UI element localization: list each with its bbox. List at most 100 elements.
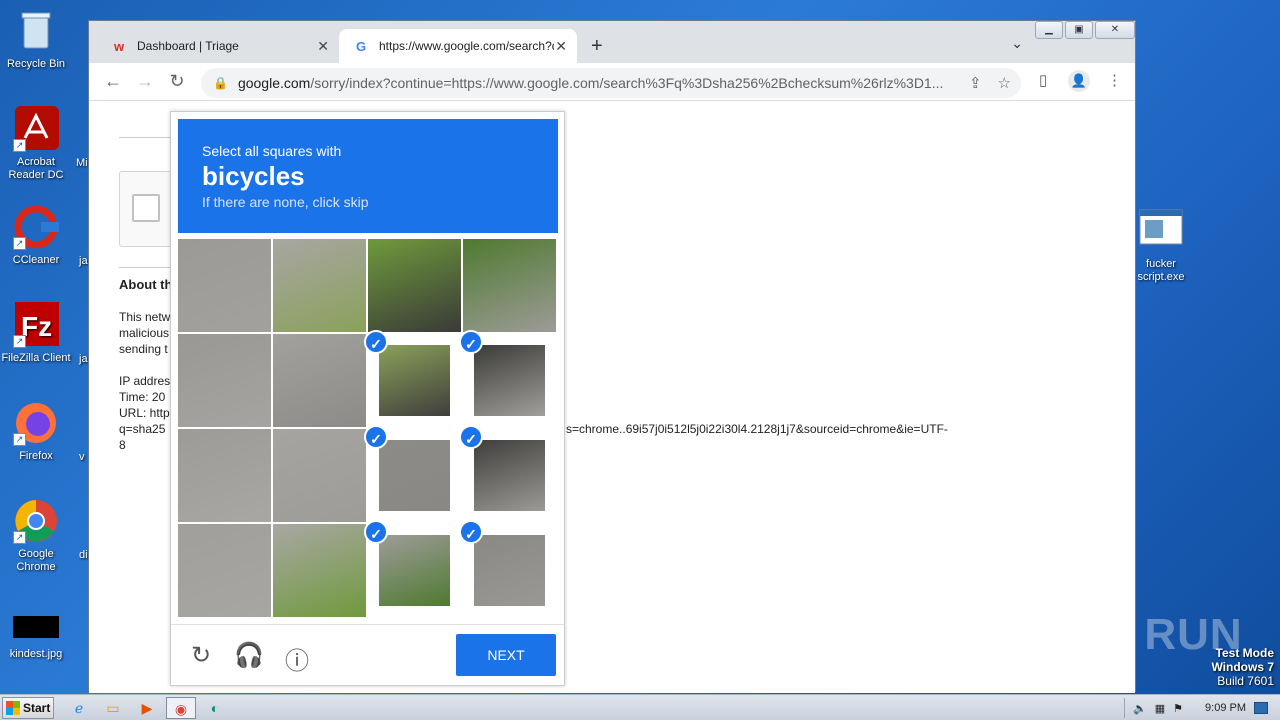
bookmark-star-icon[interactable]: ☆ <box>998 74 1011 92</box>
lock-icon[interactable]: 🔒 <box>213 76 228 90</box>
desktop-icon-label: Google Chrome <box>16 548 56 573</box>
desktop-icon-label: kindest.jpg <box>9 648 63 660</box>
desktop-icon-chrome[interactable]: ↗ Google Chrome <box>0 498 74 574</box>
captcha-tile[interactable] <box>178 429 271 522</box>
watermark-line: Build 7601 <box>1217 674 1274 688</box>
selected-check-icon: ✓ <box>459 425 483 449</box>
address-bar[interactable]: 🔒 google.com/sorry/index?continue=https:… <box>201 68 1021 98</box>
omnibox-actions: ⇪ ☆ <box>969 74 1011 92</box>
filezilla-icon: Fz ↗ <box>13 302 59 348</box>
windows-flag-icon <box>6 701 20 715</box>
share-icon[interactable]: ⇪ <box>969 74 982 92</box>
shortcut-arrow-icon: ↗ <box>13 139 26 152</box>
forward-button[interactable]: → <box>133 71 157 92</box>
test-mode-watermark: Test Mode Windows 7 Build 7601 <box>1211 646 1274 688</box>
show-desktop-icon[interactable] <box>1254 702 1268 714</box>
url-text: google.com/sorry/index?continue=https://… <box>238 75 958 91</box>
network-icon[interactable]: ▦ <box>1155 702 1165 715</box>
action-center-flag-icon[interactable]: ⚑ <box>1173 702 1183 715</box>
media-player-icon[interactable]: ▶ <box>132 697 162 719</box>
tile-image <box>474 535 545 606</box>
chrome-icon: ↗ <box>13 498 59 544</box>
info-icon[interactable]: ⓘ <box>282 641 312 676</box>
url-path: /sorry/index?continue=https://www.google… <box>310 75 944 91</box>
volume-icon[interactable]: 🔈 <box>1133 702 1147 715</box>
audio-challenge-icon[interactable]: 🎧 <box>234 641 264 670</box>
partial-desktop-label: di <box>79 549 88 561</box>
selected-check-icon: ✓ <box>364 520 388 544</box>
browser-toolbar: ← → ↻ 🔒 google.com/sorry/index?continue=… <box>89 63 1135 101</box>
captcha-tile[interactable] <box>273 334 366 427</box>
desktop-icon-label: FileZilla Client <box>1 352 71 364</box>
partial-desktop-label: ja <box>79 255 88 267</box>
desktop-icon-acrobat[interactable]: ↗ Acrobat Reader DC <box>0 106 74 182</box>
start-button[interactable]: Start <box>2 697 54 719</box>
partial-desktop-label: ja <box>79 353 88 365</box>
tile-image <box>474 345 545 416</box>
tab-search-chevron-icon[interactable]: ⌄ <box>1011 35 1023 52</box>
tile-image <box>379 345 450 416</box>
q-line-continued: s=chrome..69i57j0i512l5j0i22i30l4.2128j1… <box>566 422 948 436</box>
side-panel-icon[interactable]: ▯ <box>1039 71 1047 89</box>
explorer-folder-icon[interactable]: ▭ <box>98 697 128 719</box>
desktop-icon-firefox[interactable]: ↗ Firefox <box>0 400 74 463</box>
desktop-icon-ccleaner[interactable]: ↗ CCleaner <box>0 204 74 267</box>
tab-triage[interactable]: ᴡ Dashboard | Triage ✕ <box>97 29 339 63</box>
tile-image <box>273 524 366 617</box>
next-button[interactable]: NEXT <box>456 634 556 676</box>
shortcut-arrow-icon: ↗ <box>13 237 26 250</box>
tile-image <box>463 239 556 332</box>
maximize-button[interactable]: ▣ <box>1065 21 1093 39</box>
challenge-hint: If there are none, click skip <box>202 194 369 210</box>
captcha-tile[interactable] <box>178 239 271 332</box>
edge-icon[interactable]: ◐ <box>200 697 230 719</box>
window-controls: ▁ ▣ ✕ <box>1033 21 1135 39</box>
shortcut-arrow-icon: ↗ <box>13 531 26 544</box>
reload-button[interactable]: ↻ <box>165 71 189 92</box>
partial-desktop-label: v <box>79 451 85 463</box>
desktop-icon-filezilla[interactable]: Fz ↗ FileZilla Client <box>0 302 74 365</box>
tab-title: Dashboard | Triage <box>137 39 239 53</box>
tab-google[interactable]: G https://www.google.com/search?q= ✕ <box>339 29 577 63</box>
chrome-taskbar-icon[interactable]: ◉ <box>166 697 196 719</box>
partial-desktop-label: Mi <box>76 157 88 169</box>
captcha-tile[interactable] <box>463 239 556 332</box>
taskbar: Start ℯ ▭ ▶ ◉ ◐ 🔈 ▦ ⚑ 9:09 PM <box>0 694 1280 720</box>
profile-avatar-icon[interactable]: 👤 <box>1068 70 1090 92</box>
acrobat-icon: ↗ <box>13 106 59 152</box>
tile-image <box>178 239 271 332</box>
captcha-tile[interactable] <box>178 334 271 427</box>
tile-image <box>178 334 271 427</box>
new-tab-button[interactable]: + <box>591 35 603 58</box>
shortcut-arrow-icon: ↗ <box>13 433 26 446</box>
minimize-button[interactable]: ▁ <box>1035 21 1063 39</box>
close-window-button[interactable]: ✕ <box>1095 21 1135 39</box>
q-line: q=sha25 <box>119 422 166 436</box>
close-tab-icon[interactable]: ✕ <box>555 38 567 55</box>
body-line: This netw <box>119 310 171 324</box>
desktop-icon-recycle-bin[interactable]: Recycle Bin <box>0 8 74 71</box>
q-line-wrap: 8 <box>119 438 126 452</box>
desktop-icon-label: Recycle Bin <box>6 58 66 70</box>
recaptcha-checkbox[interactable] <box>132 194 160 222</box>
close-tab-icon[interactable]: ✕ <box>317 38 329 55</box>
menu-kebab-icon[interactable]: ⋮ <box>1107 71 1122 89</box>
reload-challenge-icon[interactable]: ↻ <box>186 641 216 670</box>
challenge-grid: ✓ ✓ ✓ ✓ ✓ ✓ <box>178 239 558 619</box>
url-line: URL: http <box>119 406 170 420</box>
selected-check-icon: ✓ <box>364 425 388 449</box>
back-button[interactable]: ← <box>101 71 125 92</box>
challenge-header: Select all squares with bicycles If ther… <box>178 119 558 233</box>
captcha-tile[interactable] <box>273 429 366 522</box>
watermark-line: Test Mode <box>1215 646 1274 660</box>
tile-image <box>379 535 450 606</box>
clock[interactable]: 9:09 PM <box>1205 702 1246 714</box>
captcha-tile[interactable] <box>368 239 461 332</box>
tile-image <box>178 524 271 617</box>
tile-image <box>273 334 366 427</box>
captcha-tile[interactable] <box>273 524 366 617</box>
captcha-tile[interactable] <box>273 239 366 332</box>
captcha-tile[interactable] <box>178 524 271 617</box>
ie-icon[interactable]: ℯ <box>64 697 94 719</box>
desktop-icon-kindest[interactable]: kindest.jpg <box>0 614 74 661</box>
